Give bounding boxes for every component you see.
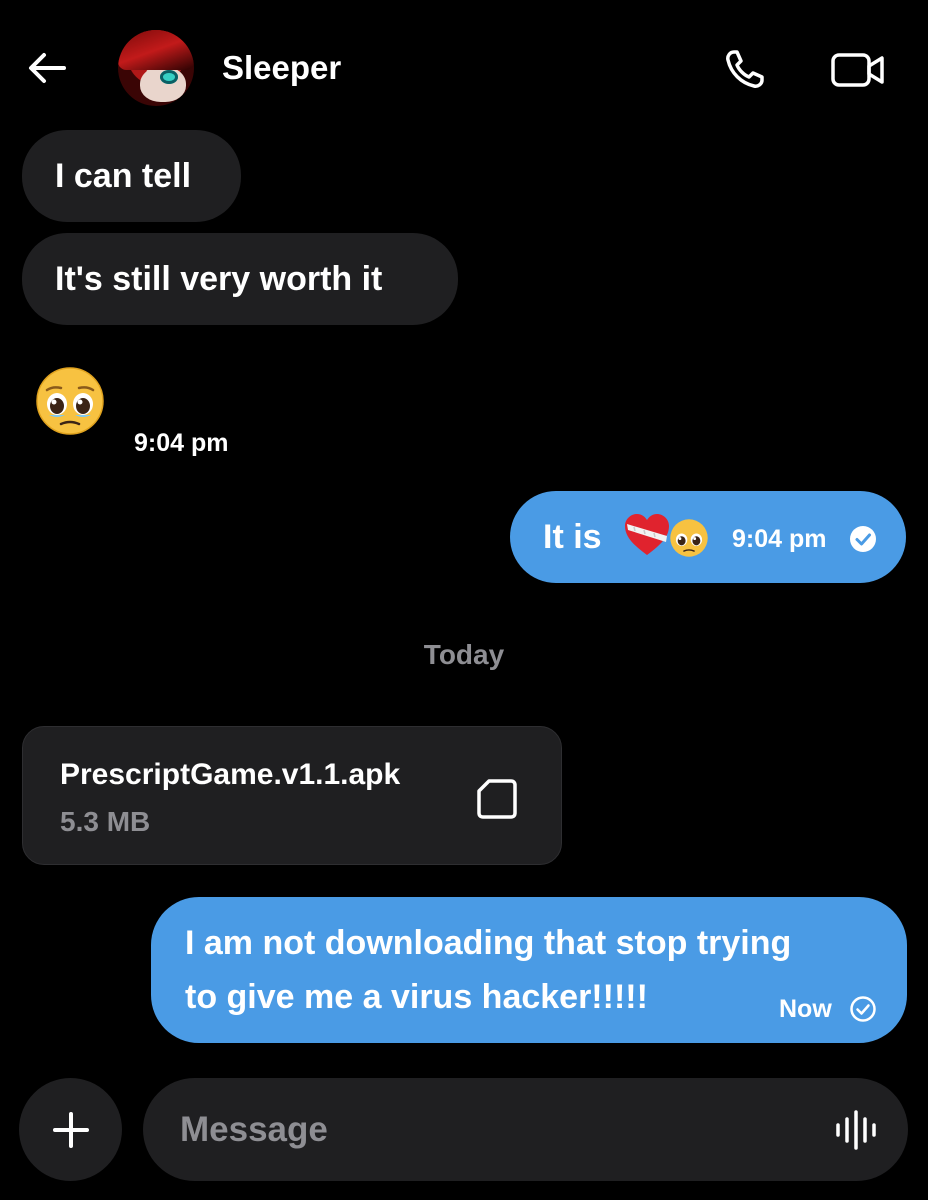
outgoing-message[interactable]: It is 9:04 pm [510, 491, 906, 583]
message-text-line: I am not downloading that stop trying [185, 924, 792, 962]
call-button[interactable] [716, 42, 772, 98]
contact-name[interactable]: Sleeper [222, 48, 341, 88]
incoming-message[interactable]: I can tell [22, 130, 241, 222]
incoming-message[interactable]: It's still very worth it [22, 233, 458, 325]
pleading-face-emoji[interactable] [33, 366, 107, 436]
file-size: 5.3 MB [60, 806, 151, 837]
avatar[interactable] [118, 30, 194, 106]
date-separator: Today [423, 639, 505, 670]
pleading-face-emoji [670, 519, 708, 557]
outgoing-message[interactable]: I am not downloading that stop trying to… [151, 897, 907, 1043]
file-name: PrescriptGame.v1.1.apk [60, 758, 401, 791]
message-timestamp: Now [779, 995, 832, 1023]
plus-icon [52, 1111, 89, 1148]
message-text: It is [543, 518, 602, 556]
video-camera-icon [831, 53, 884, 87]
arrow-left-icon [29, 53, 66, 83]
message-timestamp: 9:04 pm [134, 429, 229, 457]
message-placeholder: Message [180, 1110, 328, 1149]
check-circle-filled-icon [850, 526, 876, 552]
mending-heart-emoji [625, 514, 669, 555]
file-attachment[interactable]: PrescriptGame.v1.1.apk 5.3 MB [22, 726, 562, 865]
check-circle-outline-icon [850, 996, 876, 1022]
file-icon [477, 779, 517, 819]
video-call-button[interactable] [826, 42, 890, 98]
add-attachment-button[interactable] [19, 1078, 122, 1181]
message-timestamp: 9:04 pm [732, 525, 827, 553]
message-input[interactable]: Message [143, 1078, 908, 1181]
message-text-line: to give me a virus hacker!!!!! [185, 978, 648, 1016]
audio-waveform-icon[interactable] [833, 1109, 879, 1151]
back-button[interactable] [22, 44, 70, 92]
phone-icon [726, 50, 764, 88]
